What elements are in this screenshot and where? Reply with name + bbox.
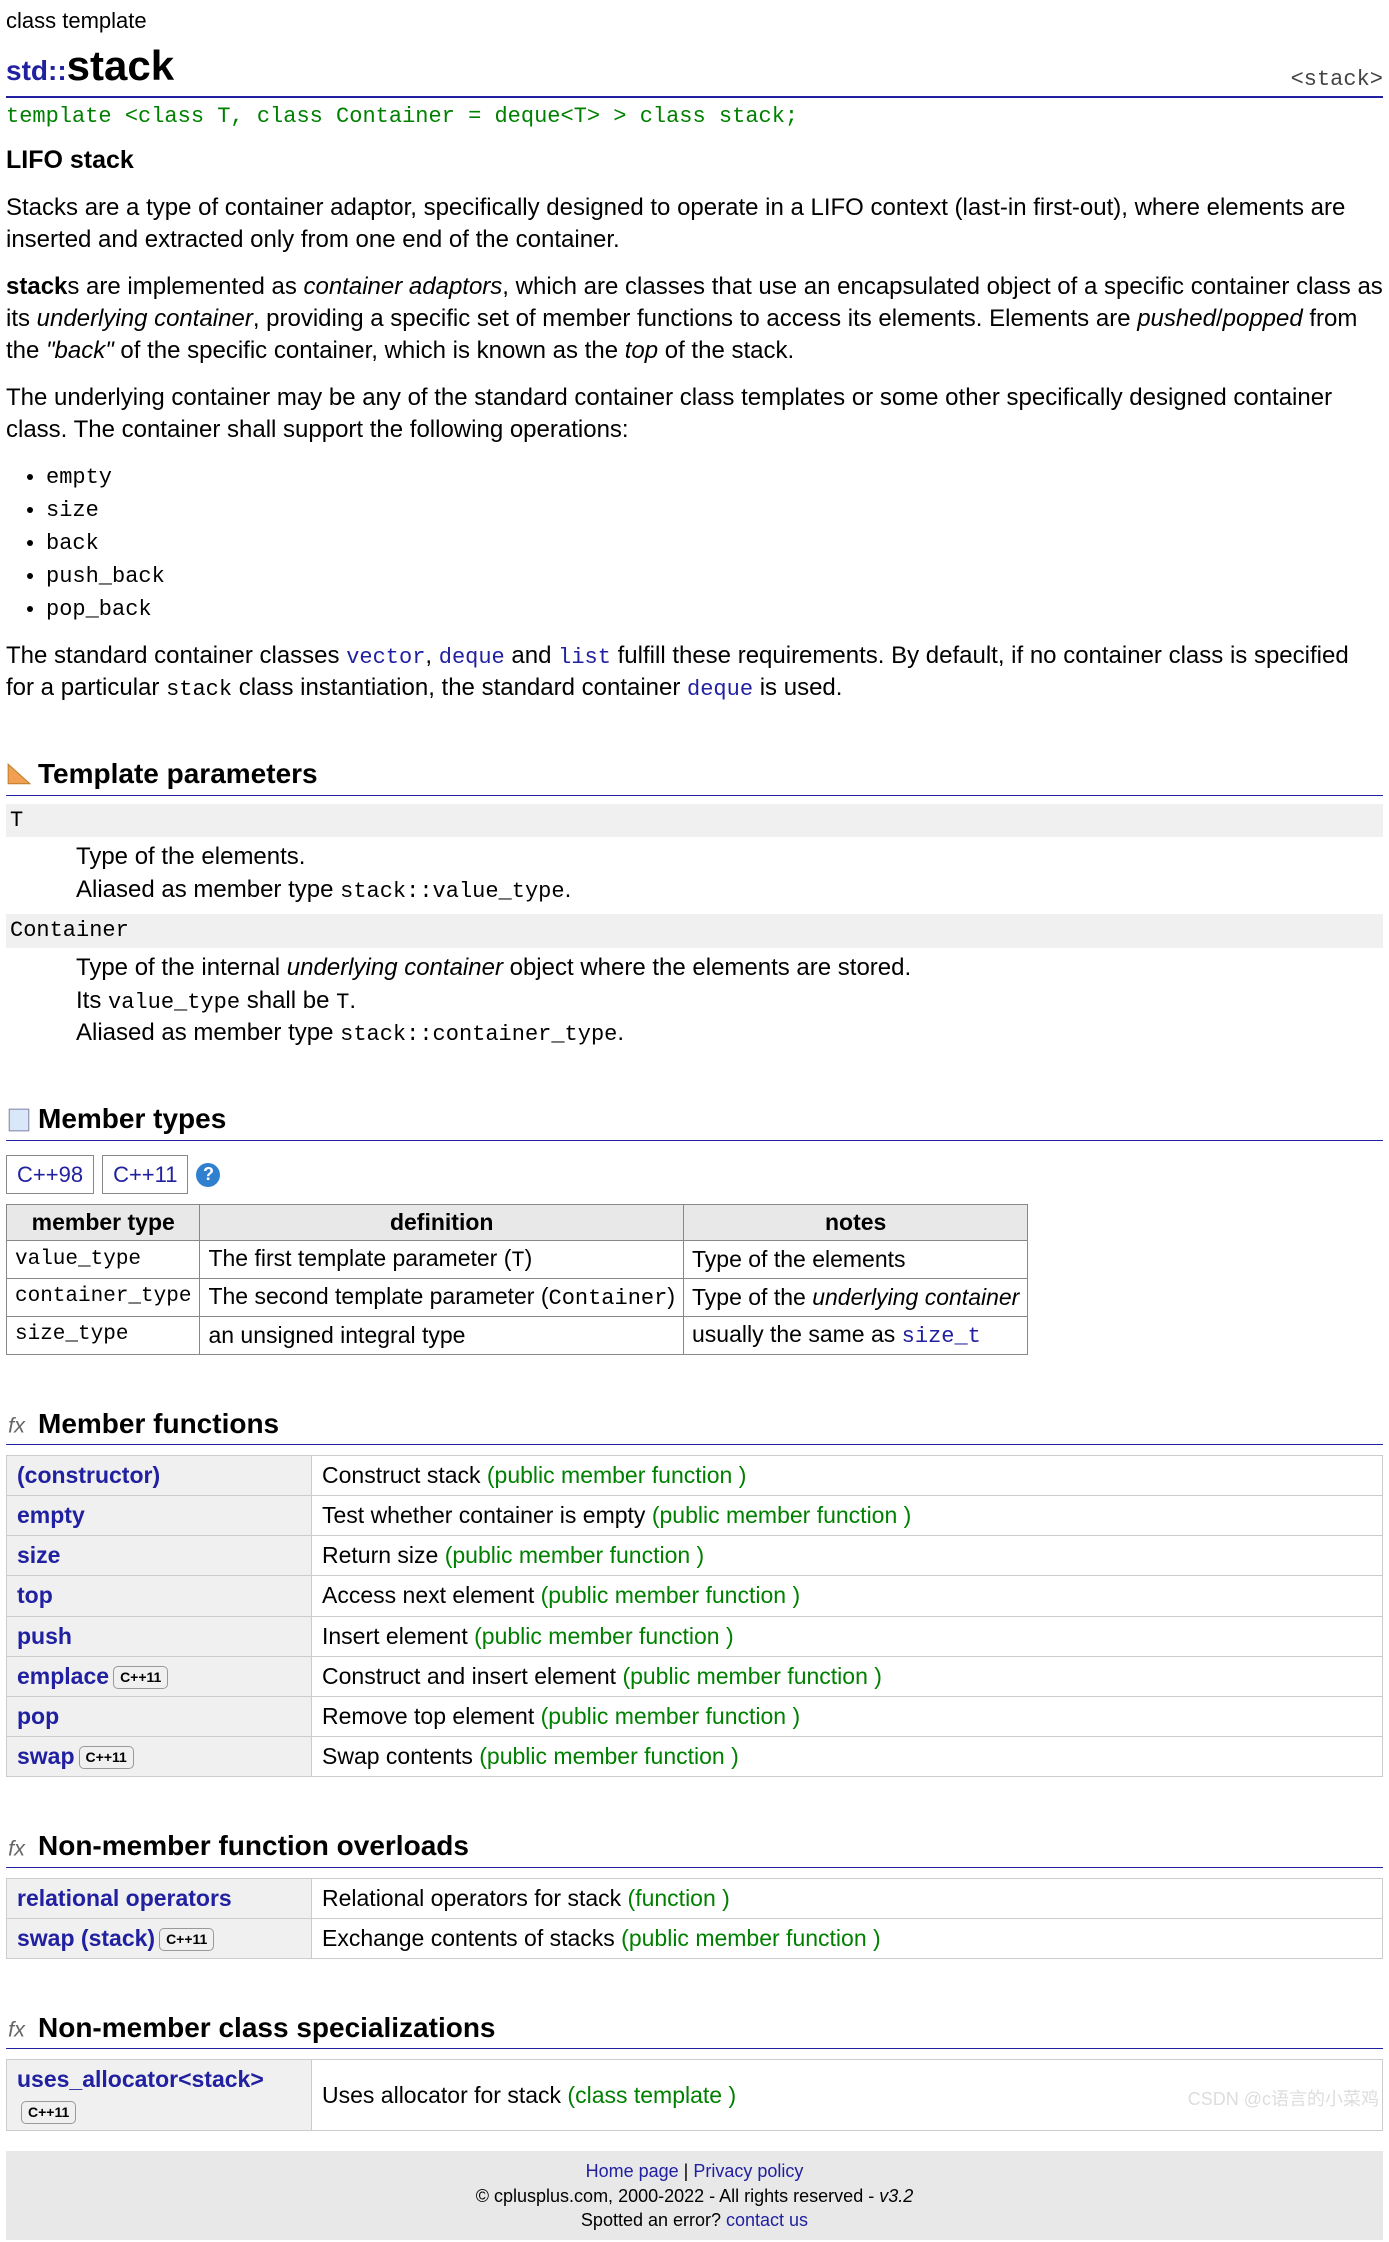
op-item: size — [46, 494, 1383, 527]
table-row: empty Test whether container is empty (pu… — [7, 1496, 1383, 1536]
intro-p3: The underlying container may be any of t… — [6, 382, 1383, 447]
cxx11-badge: C++11 — [79, 1746, 134, 1769]
table-header-row: member typedefinitionnotes — [7, 1205, 1028, 1241]
op-item: back — [46, 527, 1383, 560]
template-declaration: template <class T, class Container = deq… — [6, 98, 1383, 136]
page-icon — [6, 1107, 32, 1133]
section-template-parameters: Template parameters — [6, 755, 1383, 796]
table-row: top Access next element (public member fu… — [7, 1576, 1383, 1616]
function-link[interactable]: (constructor) — [17, 1462, 160, 1488]
function-description: Access next element (public member funct… — [312, 1576, 1383, 1616]
deque-link[interactable]: deque — [439, 645, 505, 670]
function-description: Swap contents (public member function ) — [312, 1736, 1383, 1776]
deque-link2[interactable]: deque — [687, 677, 753, 702]
table-row: push Insert element (public member functi… — [7, 1616, 1383, 1656]
table-row: relational operators Relational operators… — [7, 1878, 1383, 1918]
vector-link[interactable]: vector — [346, 645, 425, 670]
watermark: CSDN @c语言的小菜鸡 — [1188, 2087, 1379, 2111]
function-description: Remove top element (public member functi… — [312, 1696, 1383, 1736]
stack-bold: stack — [6, 273, 67, 300]
table-row: emplaceC++11 Construct and insert element… — [7, 1656, 1383, 1696]
page-category: class template — [6, 6, 1383, 36]
intro-p2: stacks are implemented as container adap… — [6, 271, 1383, 368]
fx-icon: fx — [6, 2015, 32, 2041]
function-description: Test whether container is empty (public … — [312, 1496, 1383, 1536]
help-icon[interactable]: ? — [196, 1163, 220, 1187]
table-row: uses_allocator<stack>C++11Uses allocator… — [7, 2060, 1383, 2131]
nonmember-functions-table: relational operators Relational operators… — [6, 1878, 1383, 1959]
function-link[interactable]: emplace — [17, 1663, 109, 1689]
version-tabs: C++98 C++11 ? — [6, 1155, 1383, 1195]
title-bar: std::stack <stack> — [6, 38, 1383, 99]
page-title: std::stack — [6, 38, 174, 95]
op-item: empty — [46, 461, 1383, 494]
fx-icon: fx — [6, 1411, 32, 1437]
table-row: container_type The second template param… — [7, 1279, 1028, 1317]
class-name: stack — [67, 42, 174, 89]
subtitle: LIFO stack — [6, 144, 1383, 178]
cxx11-badge: C++11 — [113, 1666, 168, 1689]
cxx11-badge: C++11 — [159, 1928, 214, 1951]
function-description: Insert element (public member function ) — [312, 1616, 1383, 1656]
function-description: Exchange contents of stacks (public memb… — [312, 1918, 1383, 1958]
intro-p4: The standard container classes vector, d… — [6, 640, 1383, 705]
section-member-functions: fx Member functions — [6, 1405, 1383, 1446]
function-description: Relational operators for stack (function… — [312, 1878, 1383, 1918]
fx-icon: fx — [6, 1834, 32, 1860]
function-description: Return size (public member function ) — [312, 1536, 1383, 1576]
intro-p1: Stacks are a type of container adaptor, … — [6, 192, 1383, 257]
list-link[interactable]: list — [558, 645, 611, 670]
table-row: size Return size (public member function … — [7, 1536, 1383, 1576]
size-t-link[interactable]: size_t — [902, 1324, 981, 1349]
table-row: swapC++11 Swap contents (public member fu… — [7, 1736, 1383, 1776]
section-nonmember-specializations: fx Non-member class specializations — [6, 2009, 1383, 2050]
function-link[interactable]: uses_allocator<stack> — [17, 2066, 264, 2092]
member-types-table: member typedefinitionnotes value_type Th… — [6, 1204, 1028, 1354]
cxx11-badge: C++11 — [21, 2101, 76, 2124]
function-description: Construct stack (public member function … — [312, 1456, 1383, 1496]
function-link[interactable]: relational operators — [17, 1885, 232, 1911]
function-link[interactable]: size — [17, 1542, 60, 1568]
op-item: pop_back — [46, 593, 1383, 626]
ops-list: empty size back push_back pop_back — [46, 461, 1383, 626]
svg-text:fx: fx — [8, 1835, 26, 1859]
op-item: push_back — [46, 560, 1383, 593]
header-tag: <stack> — [1291, 65, 1383, 95]
param-container-desc: Type of the internal underlying containe… — [76, 952, 1383, 1050]
tab-cpp98[interactable]: C++98 — [6, 1155, 94, 1195]
table-row: swap (stack)C++11 Exchange contents of st… — [7, 1918, 1383, 1958]
param-t: T — [6, 804, 1383, 838]
contact-link[interactable]: contact us — [726, 2210, 808, 2230]
svg-text:fx: fx — [8, 2017, 26, 2041]
param-t-desc: Type of the elements. Aliased as member … — [76, 841, 1383, 906]
section-member-types: Member types — [6, 1100, 1383, 1141]
privacy-link[interactable]: Privacy policy — [693, 2161, 803, 2181]
page-footer: Home page | Privacy policy © cplusplus.c… — [6, 2151, 1383, 2240]
table-row: value_type The first template parameter … — [7, 1241, 1028, 1279]
tab-cpp11[interactable]: C++11 — [102, 1155, 188, 1195]
table-row: pop Remove top element (public member fun… — [7, 1696, 1383, 1736]
table-row: size_type an unsigned integral type usua… — [7, 1316, 1028, 1354]
function-link[interactable]: empty — [17, 1502, 85, 1528]
home-link[interactable]: Home page — [586, 2161, 679, 2181]
namespace: std:: — [6, 55, 67, 86]
function-link[interactable]: swap (stack) — [17, 1925, 155, 1951]
triangle-icon — [6, 762, 32, 788]
function-link[interactable]: push — [17, 1623, 72, 1649]
function-link[interactable]: swap — [17, 1743, 75, 1769]
table-row: (constructor) Construct stack (public mem… — [7, 1456, 1383, 1496]
function-description: Construct and insert element (public mem… — [312, 1656, 1383, 1696]
function-link[interactable]: top — [17, 1582, 53, 1608]
section-nonmember-overloads: fx Non-member function overloads — [6, 1827, 1383, 1868]
param-container: Container — [6, 914, 1383, 948]
svg-text:fx: fx — [8, 1413, 26, 1437]
member-functions-table: (constructor) Construct stack (public mem… — [6, 1455, 1383, 1776]
function-link[interactable]: pop — [17, 1703, 59, 1729]
